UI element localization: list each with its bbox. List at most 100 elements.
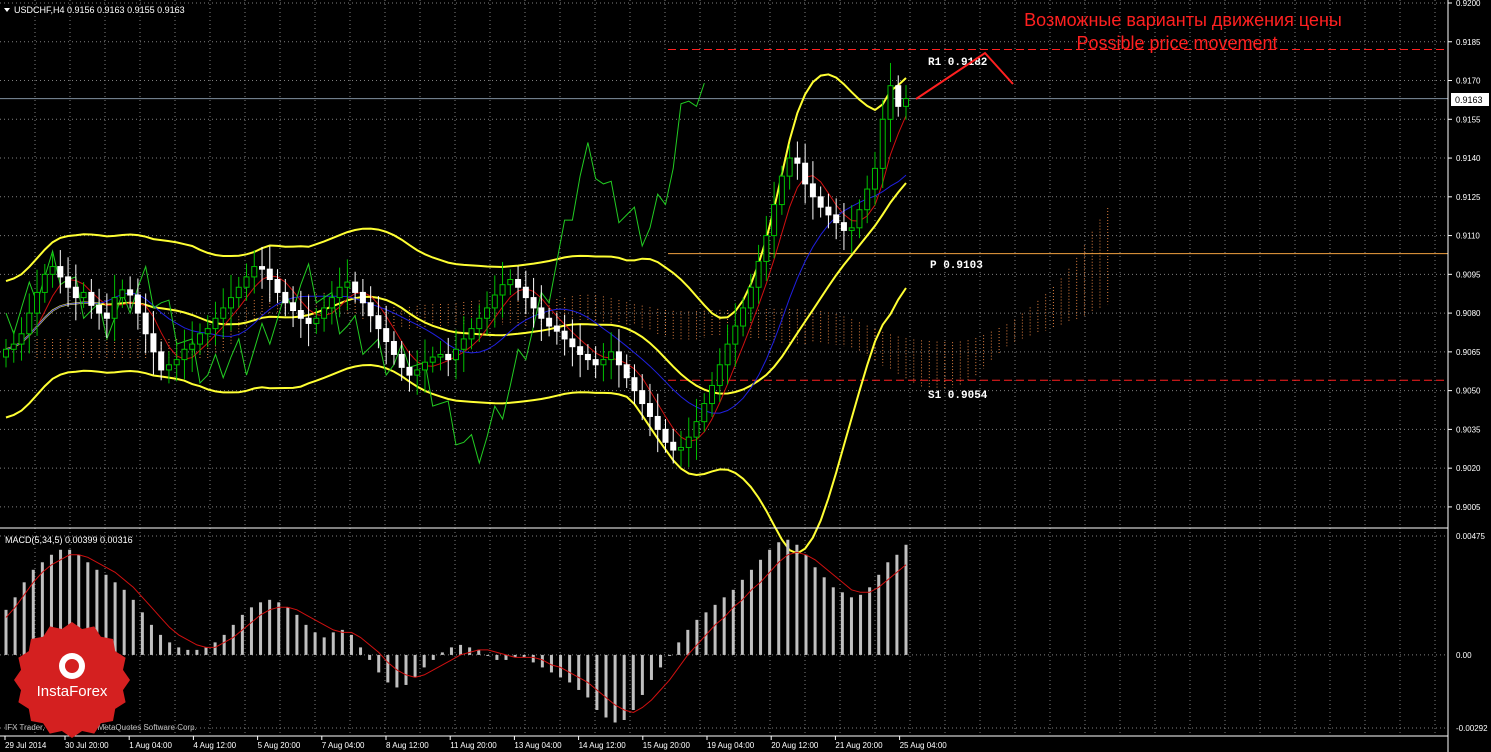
macd-bar (495, 654, 499, 660)
candle-body (274, 279, 281, 293)
candle-body (631, 377, 638, 392)
candle-body (282, 291, 289, 304)
candle-body (34, 291, 41, 314)
macd-bar (249, 607, 253, 655)
candle-body (243, 276, 250, 288)
macd-bar (822, 577, 826, 655)
candle-body (592, 359, 599, 366)
candle-body (507, 279, 514, 286)
price-tick-label: 0.9140 (1456, 154, 1481, 163)
candle-body (65, 276, 72, 288)
candle-body (165, 364, 172, 371)
candle-body (856, 209, 863, 229)
macd-bar (849, 597, 853, 655)
candle-body (522, 286, 529, 299)
macd-bar (286, 607, 290, 655)
macd-bar (195, 649, 199, 655)
candle-body (134, 294, 141, 314)
macd-bar (422, 654, 426, 668)
candle-body (220, 307, 227, 319)
candle-body (840, 222, 847, 231)
macd-bar (686, 629, 690, 655)
macd-bar (677, 642, 681, 655)
candle-body (142, 312, 149, 335)
macd-bar (259, 602, 263, 655)
price-tick-label: 0.9185 (1456, 38, 1481, 47)
candle-body (468, 328, 475, 340)
candle-body (460, 338, 467, 350)
candle-body (615, 351, 622, 366)
macd-bar (168, 642, 172, 655)
macd-bar (895, 554, 899, 655)
candle-body (189, 343, 196, 350)
macd-bar (886, 562, 890, 655)
time-tick-label: 5 Aug 20:00 (258, 741, 301, 750)
time-tick-label: 11 Aug 20:00 (450, 741, 497, 750)
candle-body (3, 348, 9, 358)
macd-bar (577, 654, 581, 690)
macd-bar (231, 624, 235, 655)
candle-body (196, 333, 203, 345)
candle-body (445, 353, 452, 361)
candle-body (41, 273, 48, 293)
macd-bar (568, 654, 572, 683)
candle-body (709, 384, 716, 405)
candle-body (103, 312, 110, 319)
candle-body (406, 366, 413, 376)
candle-body (693, 421, 700, 438)
chart-canvas[interactable]: 0.9200 0.9185 0.9170 0.9155 0.9140 0.9125 0.91… (0, 0, 1491, 752)
macd-bar (186, 649, 190, 655)
macd-bar (204, 647, 208, 655)
macd-bar (404, 654, 408, 685)
candle-body (561, 330, 568, 340)
macd-bar (804, 554, 808, 655)
time-tick-label: 7 Aug 04:00 (322, 741, 365, 750)
macd-bar (640, 654, 644, 695)
candle-body (305, 317, 312, 324)
macd-bar (277, 602, 281, 655)
macd-bar (649, 654, 653, 680)
macd-bar (459, 644, 463, 655)
macd-bar (595, 654, 599, 710)
macd-bar (740, 579, 744, 655)
candle-body (429, 356, 436, 363)
candle-body (328, 297, 335, 309)
macd-bar (131, 599, 135, 655)
candle-body (367, 302, 374, 317)
instaforex-logo: InstaForex (14, 622, 130, 738)
candle-body (794, 157, 801, 164)
candle-body (96, 304, 103, 314)
candle-body (786, 157, 793, 177)
candle-body (654, 415, 661, 430)
candle-body (88, 291, 95, 306)
price-tick-label: 0.9050 (1456, 387, 1481, 396)
time-tick-label: 15 Aug 20:00 (643, 741, 691, 750)
candle-body (608, 351, 615, 361)
candle-body (173, 359, 180, 366)
candle-body (499, 284, 506, 296)
candle-body (251, 266, 258, 278)
candle-body (903, 98, 909, 107)
candle-body (600, 359, 607, 366)
candle-body (879, 118, 886, 169)
candle-body (670, 441, 677, 451)
candle-body (127, 289, 134, 296)
time-tick-label: 14 Aug 12:00 (579, 741, 627, 750)
macd-bar (759, 559, 763, 655)
candle-body (740, 307, 747, 327)
macd-bar (722, 597, 726, 655)
candle-body (414, 369, 421, 376)
candle-body (802, 162, 809, 185)
candle-body (119, 289, 126, 299)
candle-body (848, 227, 855, 231)
macd-bar (695, 619, 699, 655)
time-tick-label: 20 Aug 12:00 (771, 741, 819, 750)
candle-body (18, 333, 25, 345)
macd-bar (449, 647, 453, 655)
price-tick-label: 0.9170 (1456, 77, 1481, 86)
candle-body (569, 338, 576, 348)
macd-bar (177, 647, 181, 655)
candle-body (383, 328, 390, 343)
macd-bar (904, 544, 908, 655)
candle-body (771, 204, 778, 237)
